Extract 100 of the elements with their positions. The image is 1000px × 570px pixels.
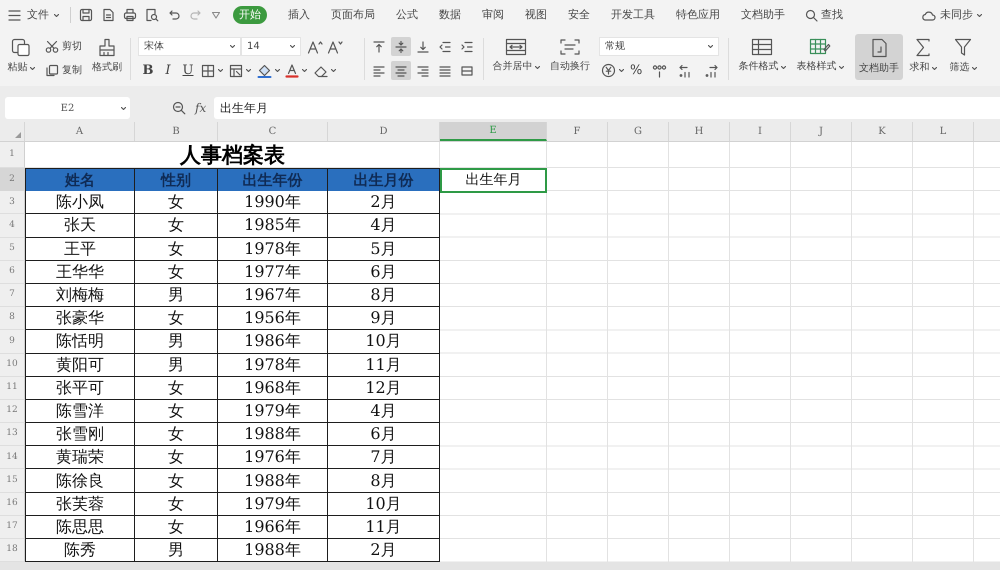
row-header[interactable]: 10 <box>0 354 25 377</box>
ribbon-tab[interactable]: 安全 <box>568 6 590 24</box>
row-header[interactable]: 11 <box>0 376 25 400</box>
copy-button[interactable]: 复制 <box>43 61 88 80</box>
filter-button[interactable]: 筛选 <box>943 34 983 80</box>
table-cell: 女 <box>135 191 218 214</box>
sum-button[interactable]: 求和 <box>903 34 943 80</box>
row-header[interactable]: 7 <box>0 284 25 308</box>
currency-icon <box>601 63 616 78</box>
paint-bucket-icon <box>256 63 272 78</box>
row-header[interactable]: 1 <box>0 142 25 168</box>
search-button[interactable]: 查找 <box>805 6 843 24</box>
align-middle-button[interactable] <box>391 37 411 56</box>
undo-icon[interactable] <box>167 8 181 22</box>
menu-icon[interactable] <box>8 10 21 20</box>
paste-button[interactable]: 粘贴 <box>2 34 40 80</box>
formula-field[interactable]: 出生年月 <box>214 97 1000 119</box>
row-header[interactable]: 9 <box>0 330 25 354</box>
row-header[interactable]: 3 <box>0 191 25 214</box>
ribbon-tab[interactable]: 开发工具 <box>611 6 655 24</box>
row-header[interactable]: 13 <box>0 423 25 446</box>
table-cell: 女 <box>135 492 218 516</box>
align-center-button[interactable] <box>391 61 411 80</box>
table-cell: 男 <box>135 539 218 562</box>
row-header[interactable]: 16 <box>0 492 25 516</box>
ribbon-tab[interactable]: 开始 <box>233 6 267 24</box>
table-cell: 11月 <box>328 516 440 539</box>
row-header[interactable]: 18 <box>0 539 25 562</box>
print-preview-icon[interactable] <box>145 8 159 22</box>
column-header[interactable]: B <box>135 122 218 141</box>
format-painter-button[interactable]: 格式刷 <box>88 34 126 80</box>
row-header[interactable]: 5 <box>0 238 25 261</box>
table-cell: 1979年 <box>218 400 328 424</box>
decrease-decimal-icon <box>704 64 719 78</box>
file-menu[interactable]: 文件 <box>25 6 61 24</box>
currency-button[interactable] <box>599 61 626 80</box>
percent-button[interactable]: % <box>626 61 646 80</box>
align-distribute-icon <box>460 64 474 78</box>
table-cell: 1990年 <box>218 191 328 214</box>
ribbon-tab[interactable]: 审阅 <box>482 6 504 24</box>
table-style-button[interactable]: 表格样式 <box>791 34 849 80</box>
caret-icon <box>302 69 307 72</box>
bold-button[interactable]: B <box>138 61 158 80</box>
document-icon[interactable] <box>101 8 115 22</box>
underline-button[interactable]: U <box>178 61 198 80</box>
cell-format-icon <box>229 64 243 78</box>
row-header[interactable]: 14 <box>0 446 25 470</box>
cut-button[interactable]: 剪切 <box>43 37 88 56</box>
merge-icon <box>505 38 527 56</box>
column-header[interactable]: I <box>730 122 791 141</box>
sync-status[interactable]: 未同步 <box>921 6 982 24</box>
font-name-dropdown[interactable]: 宋体 <box>138 37 241 56</box>
column-header[interactable]: G <box>608 122 669 141</box>
column-header[interactable]: C <box>218 122 328 141</box>
table-cell: 10月 <box>328 330 440 354</box>
column-header[interactable]: F <box>547 122 608 141</box>
document-assistant-button[interactable]: 文档助手 <box>855 34 903 80</box>
table-cell: 女 <box>135 307 218 330</box>
table-cell: 刘梅梅 <box>25 284 135 308</box>
table-cell: 王平 <box>25 238 135 261</box>
document-icon <box>870 38 888 58</box>
name-box[interactable]: E2 <box>5 97 130 119</box>
caret-icon <box>780 66 786 68</box>
table-cell: 1978年 <box>218 354 328 377</box>
row-header[interactable]: 4 <box>0 214 25 238</box>
ribbon-tab[interactable]: 数据 <box>439 6 461 24</box>
column-header[interactable]: J <box>791 122 852 141</box>
merge-center-button[interactable]: 合并居中 <box>488 34 544 80</box>
italic-button[interactable]: I <box>158 61 178 80</box>
save-icon[interactable] <box>79 8 93 22</box>
row-header[interactable]: 12 <box>0 400 25 424</box>
table-cell[interactable]: 出生年月 <box>440 168 547 193</box>
column-header[interactable]: H <box>669 122 730 141</box>
number-format-dropdown[interactable]: 常规 <box>599 37 719 56</box>
zoom-icon[interactable] <box>172 101 186 115</box>
sheet-title: 人事档案表 <box>180 143 285 167</box>
font-size-dropdown[interactable]: 14 <box>241 37 301 56</box>
wrap-text-button[interactable]: 自动换行 <box>544 34 596 80</box>
ribbon-tab[interactable]: 公式 <box>396 6 418 24</box>
print-icon[interactable] <box>123 8 137 22</box>
dropdown-icon[interactable] <box>211 10 221 20</box>
ribbon-tab[interactable]: 文档助手 <box>741 6 785 24</box>
column-header[interactable]: A <box>25 122 135 141</box>
ribbon-tab[interactable]: 页面布局 <box>331 6 375 24</box>
table-cell: 1985年 <box>218 214 328 238</box>
row-header[interactable]: 6 <box>0 260 25 284</box>
caret-icon <box>54 14 59 16</box>
copy-icon <box>45 64 59 77</box>
table-cell: 男 <box>135 354 218 377</box>
row-header[interactable]: 17 <box>0 516 25 539</box>
ribbon-tab[interactable]: 视图 <box>525 6 547 24</box>
conditional-format-button[interactable]: 条件格式 <box>733 34 791 80</box>
insert-function-button[interactable]: fx <box>195 99 206 117</box>
ribbon-tab[interactable]: 插入 <box>288 6 310 24</box>
column-header[interactable]: L <box>913 122 974 141</box>
column-header[interactable]: K <box>852 122 913 141</box>
row-header[interactable]: 15 <box>0 469 25 493</box>
ribbon-tab[interactable]: 特色应用 <box>676 6 720 24</box>
row-header[interactable]: 8 <box>0 307 25 330</box>
table-cell: 男 <box>135 330 218 354</box>
